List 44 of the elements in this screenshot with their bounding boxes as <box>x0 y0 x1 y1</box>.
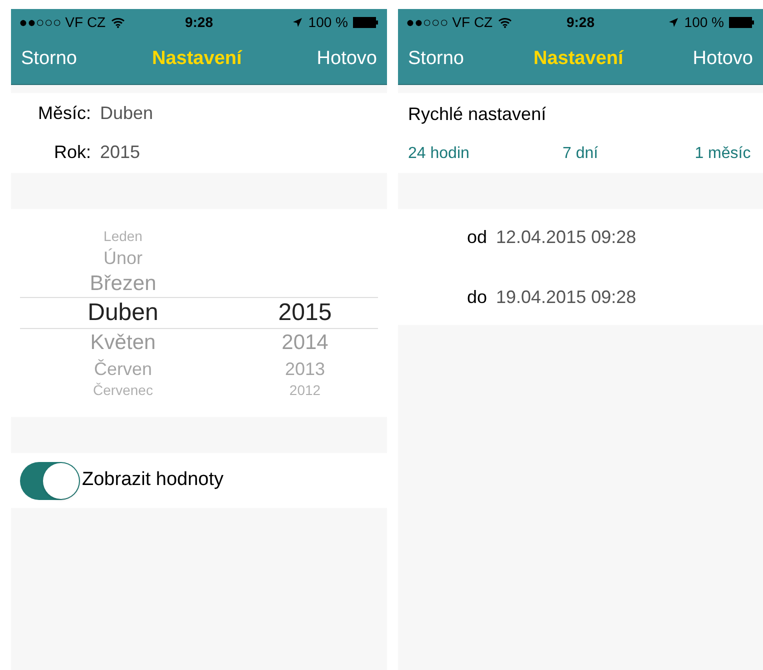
section-title: Rychlé nastavení <box>408 102 548 126</box>
field-label: Rok: <box>52 141 91 164</box>
quick-range-link[interactable]: 7 dní <box>562 142 695 166</box>
toggle-switch[interactable] <box>20 462 80 500</box>
nav-title: Nastavení <box>534 47 624 72</box>
field-value: 2015 <box>100 141 140 164</box>
picker-item[interactable]: Červenec <box>93 381 153 399</box>
picker-item[interactable]: Leden <box>104 227 142 245</box>
cancel-button[interactable]: Storno <box>408 45 464 74</box>
wifi-icon <box>110 16 125 28</box>
done-button[interactable]: Hotovo <box>692 45 753 74</box>
picker-item[interactable]: Únor <box>103 245 142 270</box>
picker-item[interactable]: 2014 <box>282 329 328 356</box>
time-text: 9:28 <box>566 12 595 32</box>
picker-item[interactable]: Duben <box>88 297 158 329</box>
battery-text: 100 % <box>308 12 348 32</box>
time-text: 9:28 <box>184 12 214 32</box>
wifi-icon <box>498 16 512 28</box>
cancel-button[interactable]: Storno <box>21 45 77 74</box>
toggle-label: Zobrazit hodnoty <box>82 468 224 492</box>
date-label: od <box>466 226 487 248</box>
picker-wheel[interactable]: Leden Únor Březen Duben Květen Červen Červenec 2015 2014 2013 2012 <box>11 209 387 417</box>
date-label: do <box>466 286 487 308</box>
picker-item[interactable]: 2015 <box>278 297 332 329</box>
nav-title: Nastavení <box>152 47 242 72</box>
date-value[interactable]: 12.04.2015 09:28 <box>496 224 636 250</box>
carrier-text: ●●○○○ VF CZ <box>406 12 493 32</box>
battery-text: 100 % <box>684 12 724 32</box>
picker-item[interactable]: Květen <box>90 329 156 356</box>
location-arrow-icon <box>292 16 304 28</box>
location-arrow-icon <box>668 16 680 28</box>
carrier-text: ●●○○○ VF CZ <box>19 12 106 32</box>
done-button[interactable]: Hotovo <box>316 45 377 74</box>
picker-item[interactable]: 2013 <box>284 356 326 381</box>
field-value: Duben <box>100 102 154 125</box>
quick-range-link[interactable]: 1 měsíc <box>694 142 753 166</box>
quick-range-link[interactable]: 24 hodin <box>408 142 563 166</box>
picker-item[interactable]: Březen <box>90 270 156 297</box>
battery-icon <box>353 16 379 28</box>
picker-item[interactable]: Červen <box>94 356 152 381</box>
field-label: Měsíc: <box>36 102 91 125</box>
picker-item[interactable]: 2012 <box>289 381 321 399</box>
battery-icon <box>729 16 755 28</box>
date-value[interactable]: 19.04.2015 09:28 <box>496 284 636 310</box>
